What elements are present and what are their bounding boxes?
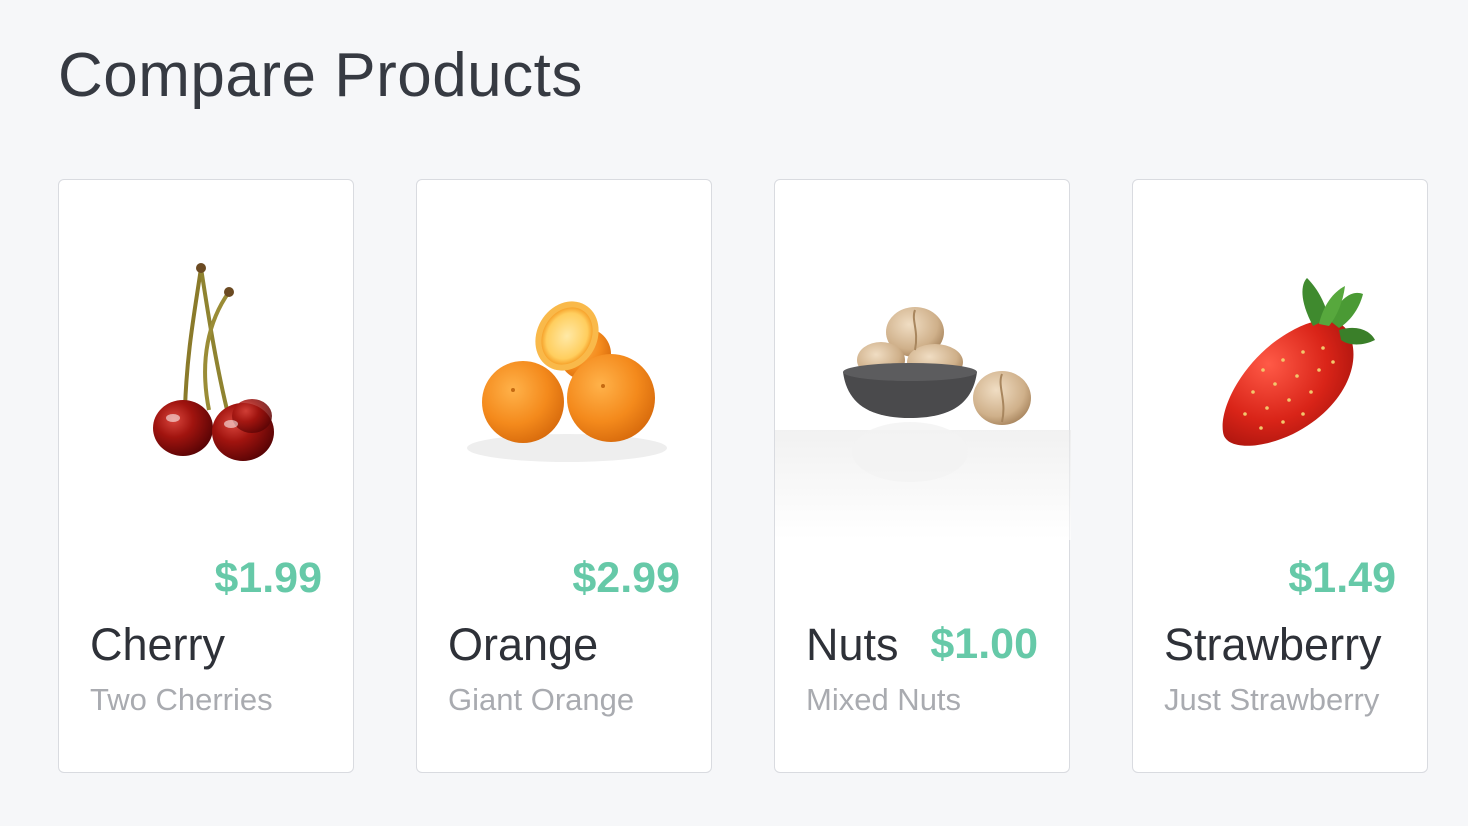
product-description: Two Cherries	[90, 682, 273, 717]
product-description: Giant Orange	[448, 682, 635, 717]
product-card-list: $1.99 Cherry Two Cherries $2.99 Orange G…	[58, 179, 1428, 773]
compare-products-page: Compare Products $1.99 Cherry Two Cherri…	[0, 0, 1468, 826]
product-price: $1.99	[214, 554, 322, 602]
product-card-orange[interactable]: $2.99 Orange Giant Orange	[416, 179, 712, 773]
product-price: $1.00	[930, 620, 1038, 668]
product-card-nuts[interactable]: Nuts $1.00 Mixed Nuts	[774, 179, 1071, 773]
product-name: Cherry	[90, 619, 226, 670]
product-price: $2.99	[572, 554, 680, 602]
strawberry-image	[1133, 220, 1429, 540]
page-title: Compare Products	[58, 41, 583, 110]
product-description: Mixed Nuts	[806, 682, 962, 717]
product-name: Nuts	[806, 619, 899, 670]
product-description: Just Strawberry	[1164, 682, 1380, 717]
product-name: Orange	[448, 619, 599, 670]
product-card-cherry[interactable]: $1.99 Cherry Two Cherries	[58, 179, 354, 773]
cherries-image	[59, 220, 355, 540]
oranges-image	[417, 220, 713, 540]
product-price: $1.49	[1288, 554, 1396, 602]
product-card-strawberry[interactable]: $1.49 Strawberry Just Strawberry	[1132, 179, 1428, 773]
product-name: Strawberry	[1164, 619, 1382, 670]
walnuts-bowl-image	[775, 220, 1071, 540]
